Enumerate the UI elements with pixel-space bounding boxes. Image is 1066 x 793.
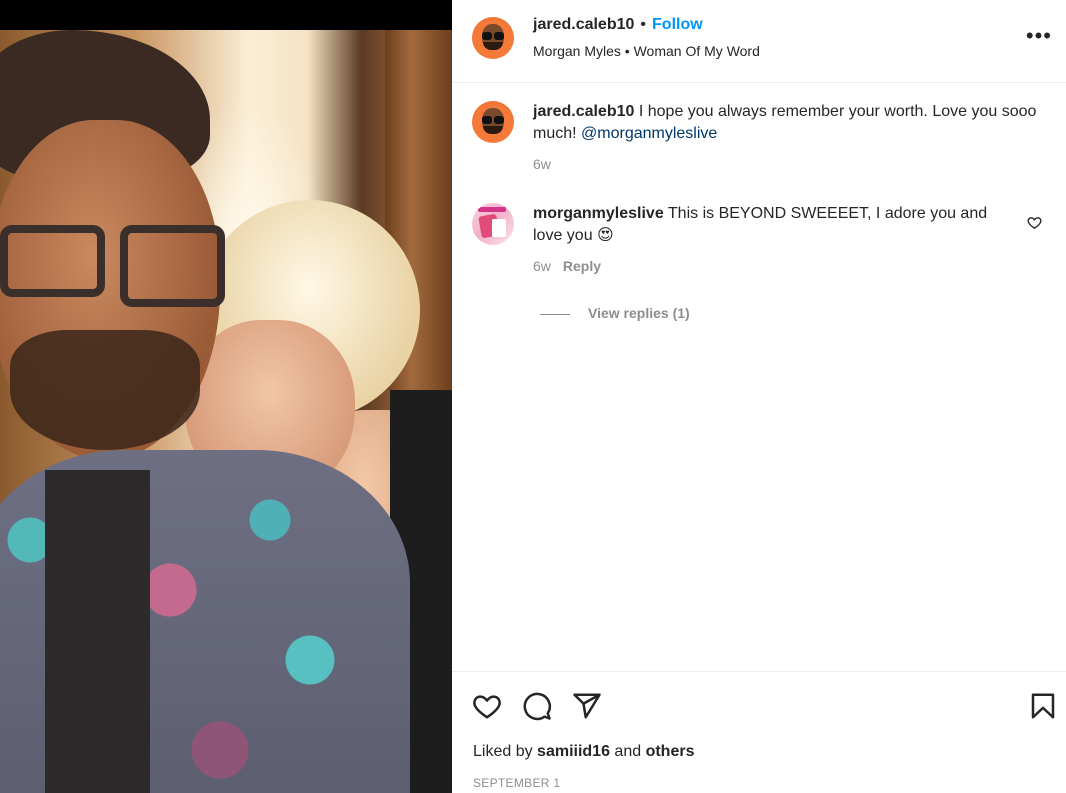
post-sidebar: jared.caleb10 • Follow Morgan Myles • Woma…	[452, 0, 1066, 793]
bookmark-icon[interactable]	[1028, 691, 1058, 721]
mention-link[interactable]: @morganmyleslive	[581, 125, 717, 142]
liked-others-link[interactable]: others	[646, 743, 695, 760]
comment-like-icon[interactable]	[1027, 215, 1042, 230]
reply-button[interactable]: Reply	[563, 258, 601, 274]
follow-button[interactable]: Follow	[652, 16, 703, 33]
more-options-icon[interactable]: •••	[1026, 25, 1052, 47]
comment-username[interactable]: morganmyleslive	[533, 205, 664, 222]
heart-icon[interactable]	[472, 691, 502, 721]
caption: jared.caleb10 I hope you always remember…	[472, 101, 1042, 181]
view-replies-label: View replies (1)	[588, 305, 690, 321]
author-avatar[interactable]	[472, 17, 514, 59]
paper-plane-icon[interactable]	[572, 691, 602, 721]
liked-user-link[interactable]: samiiid16	[537, 743, 610, 760]
caption-body: jared.caleb10 I hope you always remember…	[533, 101, 1038, 175]
header-line: jared.caleb10 • Follow	[533, 16, 703, 34]
liked-prefix: Liked by	[473, 743, 538, 760]
post-media[interactable]	[0, 0, 452, 793]
comment-item: morganmyleslive This is BEYOND SWEEEET, …	[472, 203, 1042, 293]
caption-avatar[interactable]	[472, 101, 514, 143]
commenter-avatar[interactable]	[472, 203, 514, 245]
action-bar: Liked by samiiid16 and others SEPTEMBER …	[452, 671, 1066, 793]
divider-line	[540, 313, 570, 315]
comment-icon[interactable]	[522, 691, 552, 721]
caption-username[interactable]: jared.caleb10	[533, 103, 634, 120]
post-date[interactable]: SEPTEMBER 1	[473, 776, 560, 790]
comment-time[interactable]: 6w	[533, 258, 551, 274]
post-header: jared.caleb10 • Follow Morgan Myles • Woma…	[452, 0, 1066, 83]
caption-time[interactable]: 6w	[533, 156, 551, 172]
audio-label[interactable]: Morgan Myles • Woman Of My Word	[533, 43, 760, 59]
liked-and: and	[609, 743, 646, 760]
view-replies-button[interactable]: View replies (1)	[540, 305, 690, 321]
comment-body: morganmyleslive This is BEYOND SWEEEET, …	[533, 203, 1013, 277]
post-photo	[0, 30, 452, 793]
likes-summary: Liked by samiiid16 and others	[473, 743, 694, 761]
author-username[interactable]: jared.caleb10	[533, 16, 634, 33]
separator-dot: •	[640, 16, 647, 33]
